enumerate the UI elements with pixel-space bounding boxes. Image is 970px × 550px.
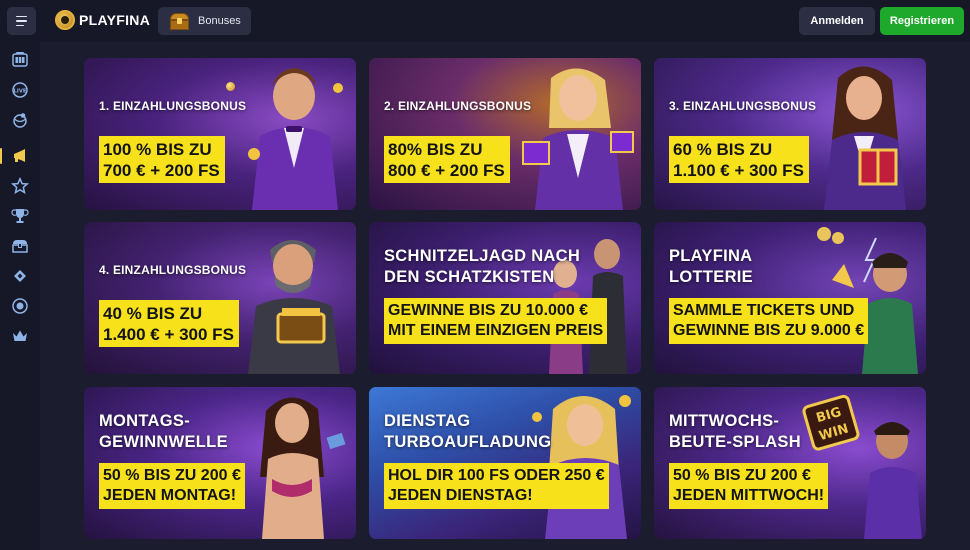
promo-title: 4. EINZAHLUNGSBONUS bbox=[99, 263, 247, 277]
promo-card-fourth-deposit[interactable]: 4. EINZAHLUNGSBONUS 40 % BIS ZU 1.400 € … bbox=[84, 222, 356, 374]
register-button[interactable]: Registrieren bbox=[880, 7, 964, 35]
sidebar-item-lottery[interactable] bbox=[0, 265, 40, 287]
sidebar-item-live[interactable]: LIVE bbox=[0, 79, 40, 101]
promo-card-first-deposit[interactable]: 1. EINZAHLUNGSBONUS 100 % BIS ZU 700 € +… bbox=[84, 58, 356, 210]
brand-logo[interactable]: PLAYFINA bbox=[55, 10, 150, 30]
promo-offer: SAMMLE TICKETS UND GEWINNE BIS ZU 9.000 … bbox=[669, 298, 869, 344]
promo-title: 1. EINZAHLUNGSBONUS bbox=[99, 99, 247, 113]
chest-icon bbox=[12, 240, 28, 253]
promo-offer: 100 % BIS ZU 700 € + 200 FS bbox=[99, 136, 225, 183]
menu-button[interactable] bbox=[7, 7, 36, 35]
sidebar-item-promotions[interactable] bbox=[0, 145, 40, 167]
sidebar: LIVE bbox=[0, 42, 40, 550]
svg-text:LIVE: LIVE bbox=[14, 88, 27, 94]
ticket-icon bbox=[14, 270, 26, 282]
top-bar: PLAYFINA Bonuses Anmelden Registrieren bbox=[0, 0, 970, 42]
host-character-image bbox=[824, 66, 906, 210]
promo-title: 2. EINZAHLUNGSBONUS bbox=[384, 99, 532, 113]
megaphone-icon bbox=[14, 149, 25, 162]
promo-offer: GEWINNE BIS ZU 10.000 € MIT EINEM EINZIG… bbox=[384, 298, 608, 344]
logo-coin-icon bbox=[55, 10, 75, 30]
vip-badge-icon bbox=[12, 298, 28, 314]
bonuses-button[interactable]: Bonuses bbox=[158, 7, 251, 35]
promo-title: 3. EINZAHLUNGSBONUS bbox=[669, 99, 817, 113]
sidebar-item-slots[interactable] bbox=[0, 49, 40, 71]
trophy-icon bbox=[11, 209, 29, 223]
sidebar-item-sports[interactable] bbox=[0, 109, 40, 131]
bonuses-label: Bonuses bbox=[198, 15, 241, 27]
promo-offer: 60 % BIS ZU 1.100 € + 300 FS bbox=[669, 136, 809, 183]
crown-icon bbox=[13, 330, 27, 341]
promo-card-lottery[interactable]: PLAYFINA LOTTERIE SAMMLE TICKETS UND GEW… bbox=[654, 222, 926, 374]
sidebar-item-treasure[interactable] bbox=[0, 235, 40, 257]
sidebar-item-vip[interactable] bbox=[0, 295, 40, 317]
promo-offer: 80% BIS ZU 800 € + 200 FS bbox=[384, 136, 510, 183]
star-icon bbox=[11, 177, 29, 195]
sidebar-item-tournaments[interactable] bbox=[0, 205, 40, 227]
promo-offer: HOL DIR 100 FS ODER 250 € JEDEN DIENSTAG… bbox=[384, 463, 609, 509]
promo-card-treasure-hunt[interactable]: SCHNITZELJAGD NACH DEN SCHATZKISTEN GEWI… bbox=[369, 222, 641, 374]
treasure-chest-icon bbox=[170, 12, 189, 30]
promo-card-second-deposit[interactable]: 2. EINZAHLUNGSBONUS 80% BIS ZU 800 € + 2… bbox=[369, 58, 641, 210]
active-indicator bbox=[0, 148, 2, 164]
promo-title: MONTAGS- GEWINNWELLE bbox=[99, 412, 228, 451]
host-character-image bbox=[248, 240, 340, 374]
promo-title: PLAYFINA LOTTERIE bbox=[669, 247, 753, 286]
promo-card-third-deposit[interactable]: 3. EINZAHLUNGSBONUS 60 % BIS ZU 1.100 € … bbox=[654, 58, 926, 210]
host-character-image bbox=[522, 68, 634, 210]
sidebar-item-club[interactable] bbox=[0, 325, 40, 347]
promo-offer: 50 % BIS ZU 200 € JEDEN MITTWOCH! bbox=[669, 463, 829, 509]
host-character-image bbox=[248, 68, 343, 210]
promo-title: DIENSTAG TURBOAUFLADUNG bbox=[384, 412, 552, 451]
slots-icon bbox=[12, 52, 28, 67]
hamburger-icon bbox=[16, 15, 27, 18]
host-character-image bbox=[260, 397, 346, 539]
sidebar-item-favorites[interactable] bbox=[0, 175, 40, 197]
promo-title: SCHNITZELJAGD NACH DEN SCHATZKISTEN bbox=[384, 247, 581, 286]
promo-offer: 50 % BIS ZU 200 € JEDEN MONTAG! bbox=[99, 463, 245, 509]
promo-title: MITTWOCHS- BEUTE-SPLASH bbox=[669, 412, 801, 451]
promo-card-tuesday[interactable]: DIENSTAG TURBOAUFLADUNG HOL DIR 100 FS O… bbox=[369, 387, 641, 539]
promo-card-monday[interactable]: MONTAGS- GEWINNWELLE 50 % BIS ZU 200 € J… bbox=[84, 387, 356, 539]
live-icon: LIVE bbox=[12, 82, 28, 98]
brand-name: PLAYFINA bbox=[79, 12, 151, 28]
sports-icon bbox=[13, 113, 27, 128]
login-button[interactable]: Anmelden bbox=[799, 7, 875, 35]
promo-offer: 40 % BIS ZU 1.400 € + 300 FS bbox=[99, 300, 239, 347]
promo-card-wednesday[interactable]: BIG WIN MITTWOCHS- BEUTE-SPLASH 50 % BIS… bbox=[654, 387, 926, 539]
